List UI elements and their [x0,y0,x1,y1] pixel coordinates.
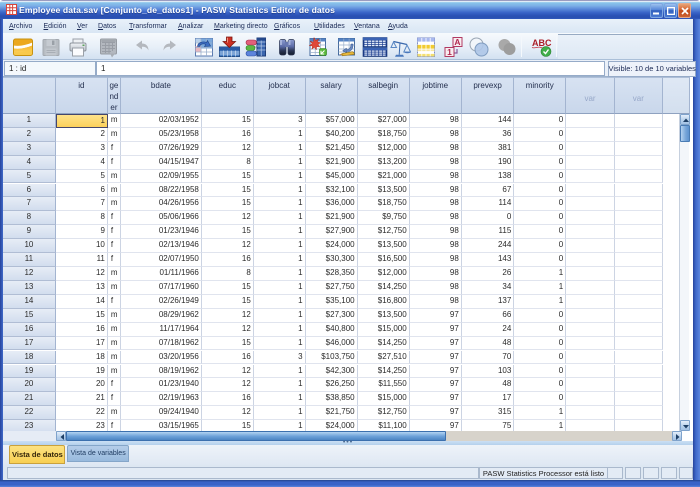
svg-text:ABC: ABC [532,38,552,48]
svg-text:1: 1 [447,47,452,57]
svg-text:A: A [454,37,460,47]
